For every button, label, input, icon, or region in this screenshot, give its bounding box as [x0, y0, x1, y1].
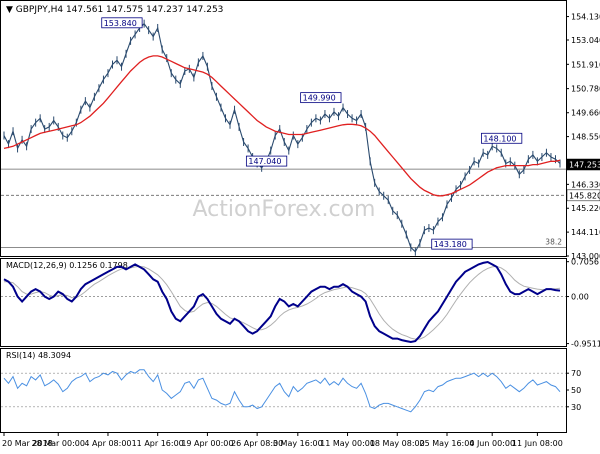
- y-tick-label: 144.110: [571, 228, 600, 237]
- x-tick-label: 11 May 00:00: [320, 439, 375, 448]
- y-tick-label: 151.910: [571, 60, 600, 69]
- watermark-text: ActionForex.com: [193, 197, 376, 222]
- macd-tick-label: 0.7056: [571, 258, 599, 267]
- x-tick-label: 18 May 08:00: [370, 439, 425, 448]
- annotation-label: 148.100: [483, 134, 516, 143]
- chart-svg: ActionForex.com ▼ GBPJPY,H4 147.561 147.5…: [0, 0, 600, 450]
- chart-root: ActionForex.com ▼ GBPJPY,H4 147.561 147.5…: [0, 0, 600, 450]
- macd-tick-label: 0.00: [571, 293, 589, 302]
- annotation-label: 143.180: [434, 240, 467, 249]
- x-tick-label: 11 Apr 16:00: [132, 439, 184, 448]
- x-tick-label: 4 Apr 08:00: [84, 439, 131, 448]
- annotation-label: 149.990: [303, 94, 336, 103]
- x-tick-label: 3 May 16:00: [273, 439, 323, 448]
- x-tick-label: 28 Mar 00:00: [32, 439, 85, 448]
- macd-title: MACD(12,26,9) 0.1256 0.1798: [6, 261, 128, 270]
- level-price-label: 145.820: [569, 191, 600, 200]
- fib-level-label: 38.2: [545, 237, 562, 246]
- x-tick-label: 4 Jun 00:00: [469, 439, 515, 448]
- chart-background: [0, 0, 600, 450]
- x-tick-label: 19 Apr 00:00: [181, 439, 233, 448]
- rsi-tick-label: 50: [571, 386, 581, 395]
- current-price-label: 147.253: [569, 161, 600, 170]
- ohlc-header: ▼ GBPJPY,H4 147.561 147.575 147.237 147.…: [6, 5, 223, 15]
- macd-tick-label: -0.9511: [571, 340, 600, 349]
- annotation-label: 147.040: [248, 157, 281, 166]
- y-tick-label: 153.040: [571, 36, 600, 45]
- x-tick-label: 11 Jun 08:00: [512, 439, 563, 448]
- rsi-tick-label: 30: [571, 403, 581, 412]
- rsi-title: RSI(14) 48.3094: [6, 351, 71, 360]
- y-tick-label: 149.660: [571, 109, 600, 118]
- rsi-tick-label: 70: [571, 369, 581, 378]
- y-tick-label: 146.330: [571, 180, 600, 189]
- annotation-label: 153.840: [104, 19, 137, 28]
- y-tick-label: 154.130: [571, 13, 600, 22]
- y-tick-label: 150.780: [571, 85, 600, 94]
- y-tick-label: 148.550: [571, 133, 600, 142]
- x-tick-label: 25 May 16:00: [420, 439, 475, 448]
- y-tick-label: 145.220: [571, 204, 600, 213]
